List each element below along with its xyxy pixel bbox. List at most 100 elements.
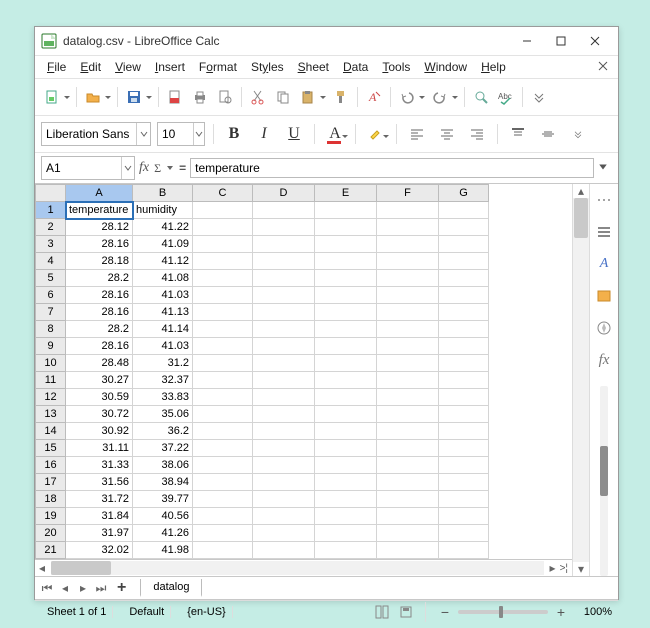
cell[interactable]: 32.37 — [133, 372, 193, 389]
cell[interactable]: 41.14 — [133, 321, 193, 338]
cell[interactable] — [377, 525, 439, 542]
menu-insert[interactable]: Insert — [149, 57, 191, 77]
hscroll-thumb[interactable] — [51, 561, 111, 575]
row-header[interactable]: 19 — [36, 508, 66, 525]
cell[interactable] — [253, 321, 315, 338]
row-header[interactable]: 12 — [36, 389, 66, 406]
cell[interactable] — [193, 474, 253, 491]
cell[interactable] — [377, 355, 439, 372]
cell[interactable] — [377, 542, 439, 559]
sidebar-scroll-track[interactable] — [600, 386, 608, 576]
sum-icon[interactable]: Σ — [154, 161, 161, 176]
cell[interactable] — [439, 440, 489, 457]
col-header-D[interactable]: D — [253, 185, 315, 202]
cell[interactable]: 40.56 — [133, 508, 193, 525]
cell[interactable] — [439, 491, 489, 508]
cell[interactable] — [377, 457, 439, 474]
italic-button[interactable]: I — [252, 122, 276, 146]
scroll-right-icon[interactable]: ▸ — [546, 561, 560, 575]
cell[interactable] — [253, 440, 315, 457]
scroll-left-icon[interactable]: ◂ — [35, 561, 49, 575]
cell[interactable] — [315, 270, 377, 287]
row-header[interactable]: 21 — [36, 542, 66, 559]
row-header[interactable]: 18 — [36, 491, 66, 508]
cell[interactable] — [193, 355, 253, 372]
cell[interactable] — [315, 389, 377, 406]
col-header-E[interactable]: E — [315, 185, 377, 202]
scroll-up-icon[interactable]: ▴ — [573, 184, 589, 198]
menu-edit[interactable]: Edit — [74, 57, 107, 77]
cell[interactable]: 38.06 — [133, 457, 193, 474]
cell-reference-input[interactable] — [42, 161, 121, 175]
row-header[interactable]: 10 — [36, 355, 66, 372]
cell[interactable] — [253, 423, 315, 440]
save-button[interactable] — [123, 85, 153, 109]
cell[interactable]: 28.16 — [66, 304, 133, 321]
cell[interactable] — [377, 321, 439, 338]
cell[interactable] — [439, 474, 489, 491]
clear-format-button[interactable]: A — [363, 85, 385, 109]
cell[interactable] — [193, 202, 253, 219]
cell[interactable] — [439, 287, 489, 304]
new-doc-button[interactable] — [41, 85, 71, 109]
cell[interactable] — [315, 491, 377, 508]
row-header[interactable]: 9 — [36, 338, 66, 355]
cell[interactable] — [439, 372, 489, 389]
cell[interactable] — [439, 525, 489, 542]
cell[interactable] — [193, 321, 253, 338]
cell[interactable]: 41.98 — [133, 542, 193, 559]
cell[interactable] — [439, 253, 489, 270]
cell[interactable] — [193, 389, 253, 406]
cell[interactable] — [439, 321, 489, 338]
cell[interactable] — [253, 219, 315, 236]
print-button[interactable] — [189, 85, 211, 109]
cell[interactable] — [253, 202, 315, 219]
spellcheck-button[interactable]: Abc — [495, 85, 517, 109]
cell[interactable] — [193, 219, 253, 236]
cell[interactable] — [377, 389, 439, 406]
next-sheet-button[interactable]: ▸ — [75, 580, 91, 596]
prev-sheet-button[interactable]: ◂ — [57, 580, 73, 596]
cell[interactable]: 41.08 — [133, 270, 193, 287]
menu-styles[interactable]: Styles — [245, 57, 290, 77]
cell[interactable] — [193, 525, 253, 542]
row-header[interactable]: 13 — [36, 406, 66, 423]
cell[interactable] — [439, 508, 489, 525]
cell[interactable]: 28.16 — [66, 338, 133, 355]
horizontal-scrollbar[interactable]: ◂ ▸ >¦ — [35, 559, 572, 576]
cell[interactable] — [377, 338, 439, 355]
zoom-in-button[interactable]: + — [554, 606, 568, 618]
doc-close-button[interactable] — [594, 58, 612, 76]
row-header[interactable]: 8 — [36, 321, 66, 338]
save-status-icon[interactable] — [399, 605, 413, 619]
cell[interactable] — [315, 525, 377, 542]
cell[interactable]: 41.09 — [133, 236, 193, 253]
cell[interactable] — [193, 406, 253, 423]
cell[interactable] — [315, 542, 377, 559]
cell[interactable] — [315, 253, 377, 270]
cell[interactable] — [439, 355, 489, 372]
cell[interactable]: 31.11 — [66, 440, 133, 457]
align-center-button[interactable] — [435, 122, 459, 146]
row-header[interactable]: 20 — [36, 525, 66, 542]
last-sheet-button[interactable]: ⏭ — [93, 580, 109, 596]
cell[interactable] — [253, 338, 315, 355]
cell[interactable]: 31.97 — [66, 525, 133, 542]
cell[interactable] — [315, 355, 377, 372]
styles-panel-icon[interactable]: A — [594, 254, 614, 274]
cell[interactable] — [253, 287, 315, 304]
row-header[interactable]: 14 — [36, 423, 66, 440]
cell[interactable] — [377, 474, 439, 491]
row-header[interactable]: 4 — [36, 253, 66, 270]
dropdown-icon[interactable] — [166, 161, 174, 175]
cell[interactable] — [315, 474, 377, 491]
sidebar-menu-icon[interactable] — [594, 190, 614, 210]
align-left-button[interactable] — [405, 122, 429, 146]
row-header[interactable]: 17 — [36, 474, 66, 491]
cell[interactable]: 31.84 — [66, 508, 133, 525]
paste-button[interactable] — [297, 85, 327, 109]
col-header-B[interactable]: B — [133, 185, 193, 202]
align-middle-button[interactable] — [536, 122, 560, 146]
first-sheet-button[interactable]: ⏮ — [39, 580, 55, 596]
open-button[interactable] — [82, 85, 112, 109]
